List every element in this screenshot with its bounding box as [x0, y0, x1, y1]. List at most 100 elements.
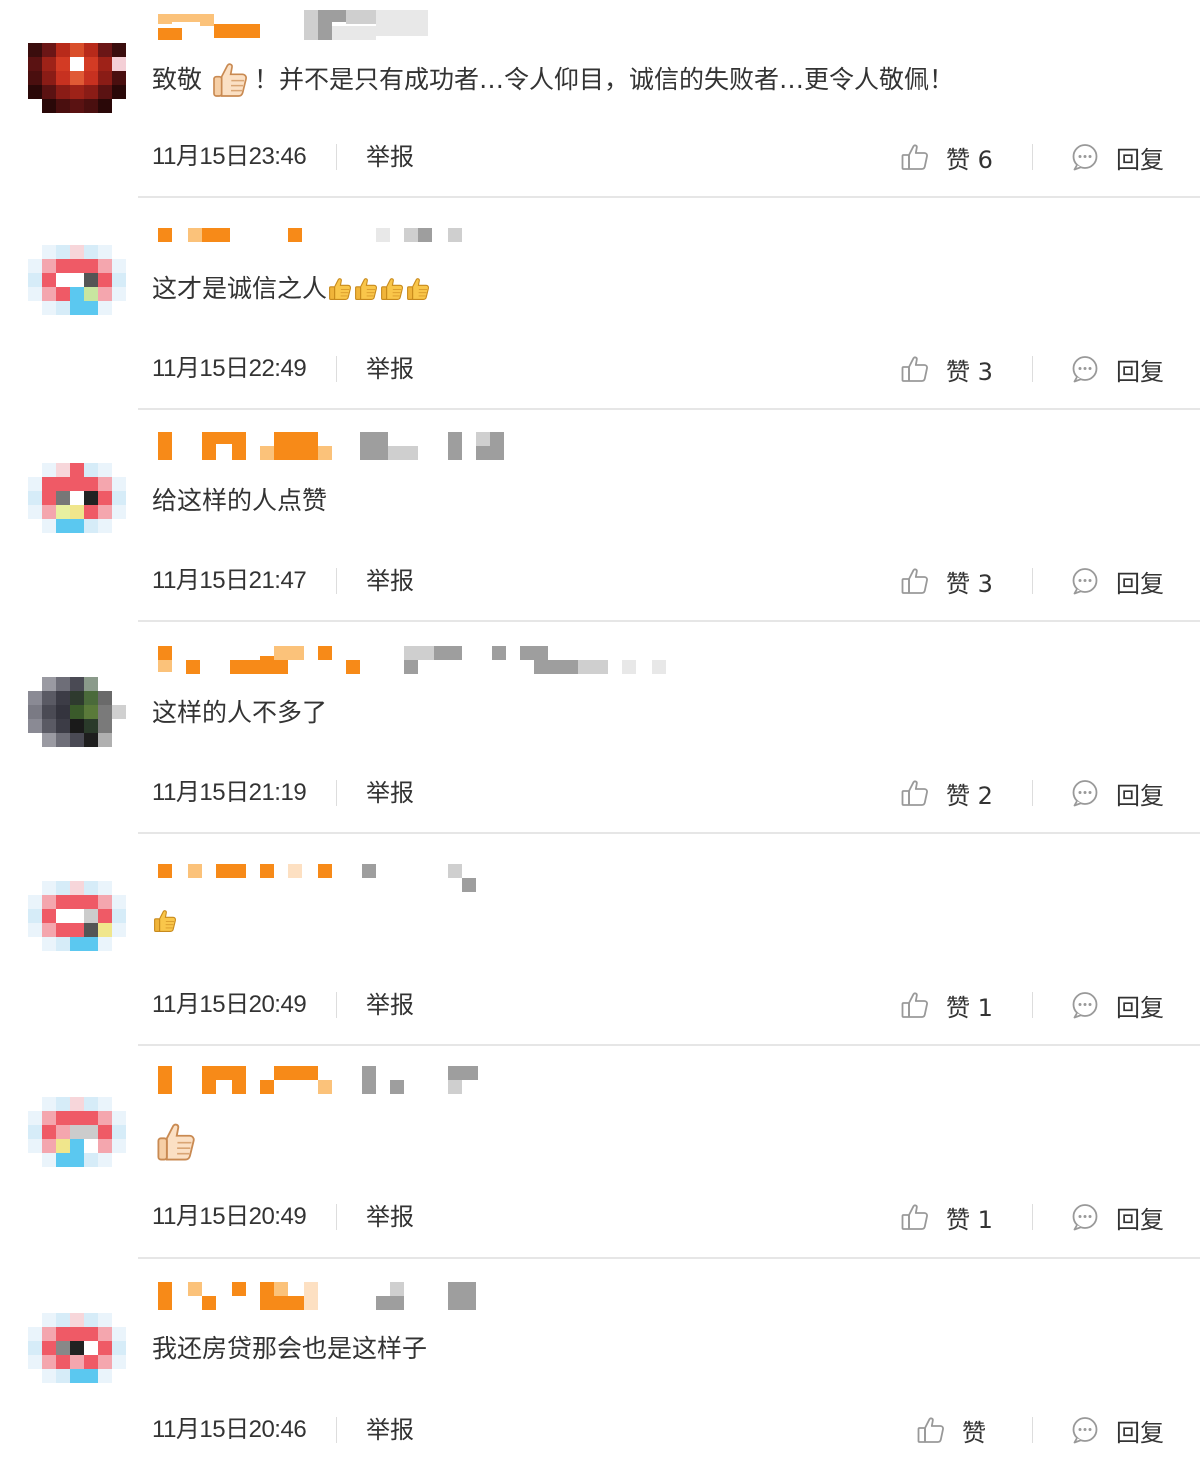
avatar-pixel — [112, 719, 126, 733]
username-mosaic-block — [260, 1080, 274, 1094]
avatar-pixel — [84, 463, 98, 477]
avatar[interactable] — [28, 1082, 128, 1182]
avatar-pixel — [84, 1355, 98, 1369]
avatar-pixel — [98, 1153, 112, 1167]
comment-timestamp: 11月15日20:46 — [152, 1416, 307, 1443]
like-button[interactable]: 赞 3 — [900, 352, 993, 386]
avatar-pixel — [70, 1139, 84, 1153]
avatar-pixel — [112, 1111, 126, 1125]
avatar-pixel — [56, 677, 70, 691]
like-button[interactable]: 赞 1 — [900, 988, 993, 1022]
username-mosaic-block — [388, 446, 418, 460]
username-censored[interactable] — [158, 1282, 678, 1312]
username-mosaic-block — [476, 432, 490, 446]
like-button[interactable]: 赞 1 — [900, 1200, 993, 1234]
like-button[interactable]: 赞 3 — [900, 564, 993, 598]
username-mosaic-block — [288, 1296, 304, 1310]
report-link[interactable]: 举报 — [366, 352, 414, 386]
username-mosaic-block — [158, 14, 172, 24]
avatar-pixel — [112, 519, 126, 533]
avatar[interactable] — [28, 28, 128, 128]
avatar-pixel — [84, 1125, 98, 1139]
username-mosaic-block — [274, 1282, 288, 1296]
avatar-pixel — [56, 895, 70, 909]
avatar-pixel — [70, 677, 84, 691]
username-mosaic-block — [376, 10, 428, 36]
like-button[interactable]: 赞 2 — [900, 776, 993, 810]
username-mosaic-block — [360, 432, 388, 460]
username-mosaic-block — [434, 646, 462, 660]
username-mosaic-block — [158, 660, 172, 672]
avatar-pixel — [112, 43, 126, 57]
comment-timestamp: 11月15日21:19 — [152, 779, 307, 806]
avatar-pixel — [28, 909, 42, 923]
reply-button[interactable]: 回复 — [1070, 988, 1164, 1022]
username-mosaic-block — [216, 228, 230, 242]
comment-divider — [138, 1257, 1200, 1259]
avatar-pixel — [112, 1313, 126, 1327]
comment-meta: 11月15日20:49 举报 赞 1 回复 — [152, 1200, 1170, 1234]
avatar-pixel — [112, 1153, 126, 1167]
avatar-pixel — [56, 99, 70, 113]
report-link[interactable]: 举报 — [366, 988, 414, 1022]
avatar-pixel — [42, 1313, 56, 1327]
report-link[interactable]: 举报 — [366, 1413, 414, 1447]
username-censored[interactable] — [158, 1066, 678, 1096]
username-mosaic-block — [520, 646, 548, 660]
reply-button[interactable]: 回复 — [1070, 1413, 1164, 1447]
comment-text — [152, 908, 178, 934]
comment-bubble-icon — [1072, 780, 1098, 807]
avatar[interactable] — [28, 230, 128, 330]
avatar-pixel — [56, 923, 70, 937]
avatar-pixel — [98, 733, 112, 747]
avatar-pixel — [28, 719, 42, 733]
avatar-pixel — [42, 677, 56, 691]
avatar-pixel — [112, 287, 126, 301]
username-mosaic-block — [202, 228, 216, 242]
avatar-pixel — [70, 273, 84, 287]
username-censored[interactable] — [158, 864, 678, 894]
username-censored[interactable] — [158, 228, 678, 258]
report-link[interactable]: 举报 — [366, 564, 414, 598]
like-button[interactable]: 赞 6 — [900, 140, 993, 174]
avatar-pixel — [98, 245, 112, 259]
username-censored[interactable] — [158, 646, 678, 676]
avatar[interactable] — [28, 866, 128, 966]
avatar-pixel — [98, 1139, 112, 1153]
avatar-pixel — [56, 259, 70, 273]
report-link[interactable]: 举报 — [366, 776, 414, 810]
comment-bubble-icon — [1072, 1417, 1098, 1444]
reply-button[interactable]: 回复 — [1070, 776, 1164, 810]
avatar-pixel — [70, 491, 84, 505]
avatar-pixel — [70, 1153, 84, 1167]
avatar-pixel — [70, 1097, 84, 1111]
username-mosaic-block — [332, 26, 376, 40]
reply-button[interactable]: 回复 — [1070, 140, 1164, 174]
reply-button[interactable]: 回复 — [1070, 1200, 1164, 1234]
thumbs-up-icon — [901, 1204, 928, 1230]
avatar-pixel — [56, 301, 70, 315]
comment-text-main: 给这样的人点赞 — [152, 486, 328, 515]
reply-button[interactable]: 回复 — [1070, 352, 1164, 386]
reply-button[interactable]: 回复 — [1070, 564, 1164, 598]
avatar[interactable] — [28, 1298, 128, 1398]
avatar-pixel — [112, 1125, 126, 1139]
avatar-pixel — [28, 491, 42, 505]
avatar-pixel — [28, 1111, 42, 1125]
username-mosaic-block — [216, 1080, 232, 1094]
report-link[interactable]: 举报 — [366, 1200, 414, 1234]
avatar-pixel — [56, 1097, 70, 1111]
username-mosaic-block — [230, 660, 260, 674]
avatar-pixel — [42, 477, 56, 491]
like-button[interactable]: 赞 — [916, 1413, 986, 1447]
avatar[interactable] — [28, 448, 128, 548]
avatar-pixel — [56, 273, 70, 287]
avatar-pixel — [84, 259, 98, 273]
username-mosaic-block — [652, 660, 666, 674]
avatar-pixel — [70, 99, 84, 113]
avatar-pixel — [98, 1111, 112, 1125]
username-censored[interactable] — [158, 432, 678, 462]
avatar[interactable] — [28, 662, 128, 762]
username-censored[interactable] — [158, 10, 678, 40]
report-link[interactable]: 举报 — [366, 140, 414, 174]
